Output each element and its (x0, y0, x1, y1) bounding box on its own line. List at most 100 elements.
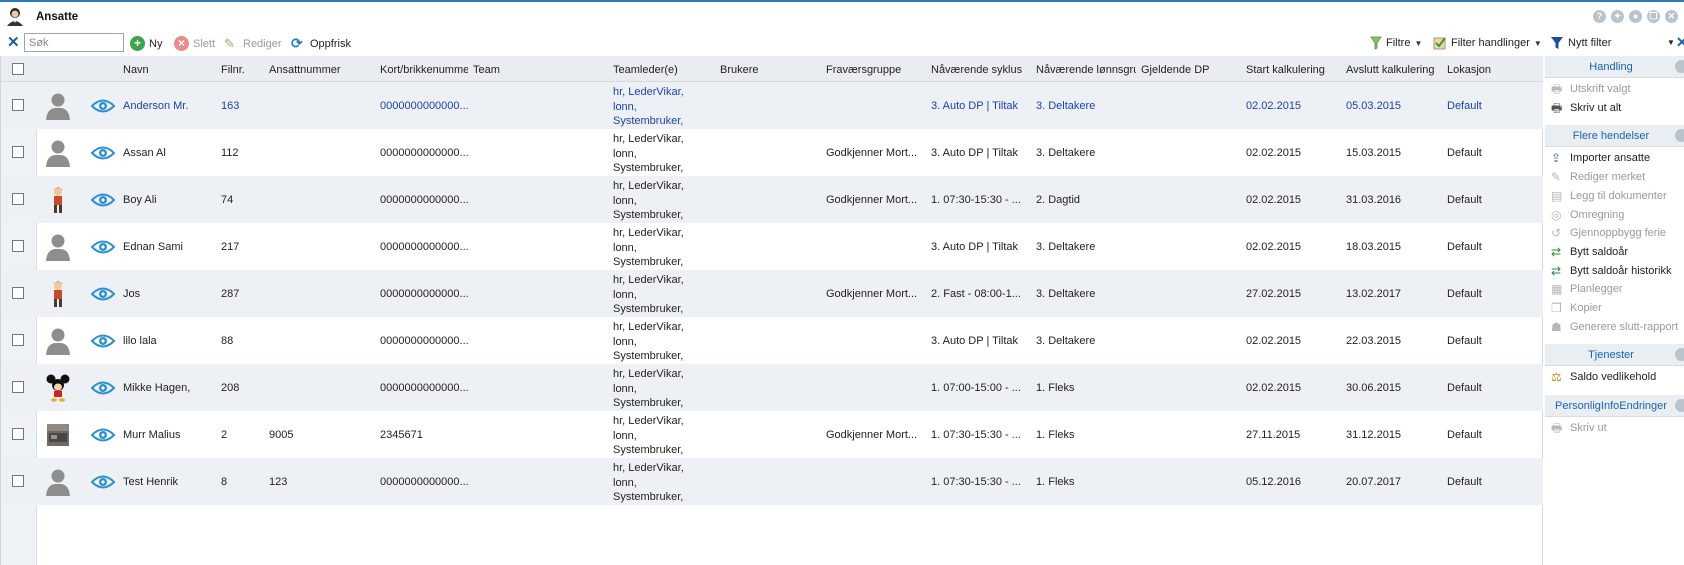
refresh-button[interactable]: ⟳ Oppfrisk (291, 36, 351, 51)
table-row[interactable]: Ednan Sami 217 0000000000000... 3. Auto DP … (1, 223, 1543, 270)
row-checkbox[interactable] (12, 193, 24, 205)
view-eye-icon[interactable] (90, 474, 116, 490)
view-eye-icon[interactable] (90, 333, 116, 349)
add-document-icon: ▤ (1551, 188, 1563, 203)
column-header-lonnsgruppe[interactable]: Nåværende lønnsgru (1036, 64, 1136, 76)
panel-section-3[interactable]: PersonligInfoEndringer (1545, 395, 1684, 418)
column-header-slutt[interactable]: Avslutt kalkulering (1346, 64, 1434, 76)
cell-syklus: 1. 07:00-15:00 - ... (931, 382, 1021, 394)
cell-teamleder: hr, LederVikar, lonn, Systembruker, (613, 226, 705, 270)
close-panel-icon[interactable]: ✕ (1676, 35, 1684, 49)
panel-item-label: Skriv ut (1570, 422, 1607, 435)
panel-item-switch-balance-year[interactable]: ⇄ Bytt saldoår (1551, 245, 1628, 259)
cell-filnr: 112 (221, 147, 239, 159)
panel-item-end-report[interactable]: ☗ Generere slutt-rapport (1551, 320, 1678, 334)
table-row[interactable]: lilo lala 88 0000000000000... 3. Auto DP | … (1, 317, 1543, 364)
table-row[interactable]: Mikke Hagen, 208 0000000000000... 1. 07:00-… (1, 364, 1543, 411)
row-checkbox[interactable] (12, 99, 24, 111)
view-eye-icon[interactable] (90, 98, 116, 114)
collapse-icon[interactable] (1675, 60, 1684, 73)
cell-filnr: 287 (221, 288, 240, 300)
view-eye-icon[interactable] (90, 380, 116, 396)
filter-actions-dropdown[interactable]: Filter handlinger ▼ (1433, 36, 1542, 50)
pin-icon[interactable]: ✦ (1611, 10, 1624, 23)
panel-item-planner[interactable]: ▦ Planlegger (1551, 282, 1623, 296)
settings-icon[interactable]: ● (1629, 10, 1642, 23)
column-header-ansattnummer[interactable]: Ansattnummer (269, 64, 341, 76)
panel-item-copy[interactable]: ❐ Kopier (1551, 301, 1602, 315)
table-row[interactable]: Test Henrik 8 123 0000000000000... 1. 07:30-… (1, 458, 1543, 505)
column-header-filnr[interactable]: Filnr. (221, 64, 245, 76)
panel-section-2[interactable]: Tjenester (1545, 344, 1684, 367)
table-row[interactable]: Jos 287 0000000000000... Godkjenner Mort...… (1, 270, 1543, 317)
table-row[interactable]: Anderson Mr. 163 0000000000000... 3. Auto D… (1, 82, 1543, 129)
clear-search-icon[interactable]: ✕ (7, 35, 20, 51)
cell-start: 02.02.2015 (1246, 194, 1302, 206)
view-eye-icon[interactable] (90, 239, 116, 255)
row-checkbox[interactable] (12, 240, 24, 252)
view-eye-icon[interactable] (90, 192, 116, 208)
panel-item-printer[interactable]: 🖶 Utskrift valgt (1551, 82, 1631, 96)
cell-lokasjon: Default (1447, 147, 1482, 159)
panel-section-0[interactable]: Handling (1545, 56, 1684, 78)
delete-button[interactable]: × Slett (174, 36, 215, 51)
switch-balance-history-icon: ⇄ (1551, 263, 1562, 278)
panel-item-recalculate[interactable]: ◎ Omregning (1551, 208, 1624, 222)
row-checkbox[interactable] (12, 334, 24, 346)
panel-item-balance-maintenance[interactable]: ⚖ Saldo vedlikehold (1551, 370, 1656, 384)
window-controls: ? ✦ ● ❐ ✕ (1593, 10, 1678, 23)
panel-item-printer[interactable]: 🖶 Skriv ut alt (1551, 101, 1621, 115)
column-header-syklus[interactable]: Nåværende syklus (931, 64, 1022, 76)
panel-item-rebuild[interactable]: ↺ Gjennoppbygg ferie (1551, 226, 1666, 240)
column-header-kort[interactable]: Kort/brikkenummer (380, 64, 468, 76)
balance-maintenance-icon: ⚖ (1551, 370, 1562, 385)
view-eye-icon[interactable] (90, 145, 116, 161)
default-avatar (45, 468, 71, 496)
cell-kort: 0000000000000... (380, 335, 468, 347)
row-checkbox[interactable] (12, 287, 24, 299)
column-header-fravaersgruppe[interactable]: Fraværsgruppe (826, 64, 901, 76)
panel-item-import[interactable]: ⇪ Importer ansatte (1551, 151, 1650, 165)
view-eye-icon[interactable] (90, 286, 116, 302)
cell-syklus: 1. 07:30-15:30 - ... (931, 429, 1021, 441)
collapse-icon[interactable] (1675, 129, 1684, 143)
view-eye-icon[interactable] (90, 427, 116, 443)
panel-item-switch-balance-history[interactable]: ⇄ Bytt saldoår historikk (1551, 264, 1671, 278)
row-checkbox[interactable] (12, 146, 24, 158)
table-row[interactable]: Assan Al 112 0000000000000... Godkjenner Mo… (1, 129, 1543, 176)
filters-dropdown[interactable]: Filtre ▼ (1370, 36, 1422, 50)
teamleder-line: Systembruker, (613, 115, 684, 127)
select-all-checkbox[interactable] (12, 63, 24, 75)
chevron-down-icon[interactable]: ▼ (1667, 38, 1675, 47)
column-header-brukere[interactable]: Brukere (720, 64, 759, 76)
cell-name: Mikke Hagen, (123, 382, 191, 394)
table-row[interactable]: Boy Ali 74 0000000000000... Godkjenner Mort… (1, 176, 1543, 223)
panel-item-printer[interactable]: 🖶 Skriv ut (1551, 421, 1607, 435)
new-filter-dropdown[interactable]: Nytt filter (1568, 37, 1611, 49)
new-button[interactable]: + Ny (130, 36, 162, 51)
row-checkbox[interactable] (12, 475, 24, 487)
panel-item-edit-marked[interactable]: ✎ Rediger merket (1551, 170, 1645, 184)
search-input[interactable] (24, 33, 124, 52)
cell-teamleder: hr, LederVikar, lonn, Systembruker, (613, 85, 705, 129)
column-header-dp[interactable]: Gjeldende DP (1141, 64, 1210, 76)
collapse-icon[interactable] (1675, 399, 1684, 413)
column-header-teamleder[interactable]: Teamleder(e) (613, 64, 678, 76)
default-avatar (45, 139, 71, 167)
restore-icon[interactable]: ❐ (1647, 10, 1660, 23)
close-icon[interactable]: ✕ (1665, 10, 1678, 23)
edit-button[interactable]: ✎ Rediger (224, 36, 282, 51)
column-header-start[interactable]: Start kalkulering (1246, 64, 1325, 76)
teamleder-line: hr, LederVikar, (613, 86, 684, 98)
help-icon[interactable]: ? (1593, 10, 1606, 23)
row-checkbox[interactable] (12, 428, 24, 440)
column-header-navn[interactable]: Navn (123, 64, 149, 76)
column-header-team[interactable]: Team (473, 64, 500, 76)
panel-item-add-document[interactable]: ▤ Legg til dokumenter (1551, 189, 1667, 203)
collapse-icon[interactable] (1675, 348, 1684, 362)
row-checkbox[interactable] (12, 381, 24, 393)
photo-avatar (45, 421, 71, 449)
column-header-lokasjon[interactable]: Lokasjon (1447, 64, 1491, 76)
table-row[interactable]: Murr Malius 2 9005 2345671 Godkjenner Mort..… (1, 411, 1543, 458)
panel-section-1[interactable]: Flere hendelser (1545, 125, 1684, 148)
